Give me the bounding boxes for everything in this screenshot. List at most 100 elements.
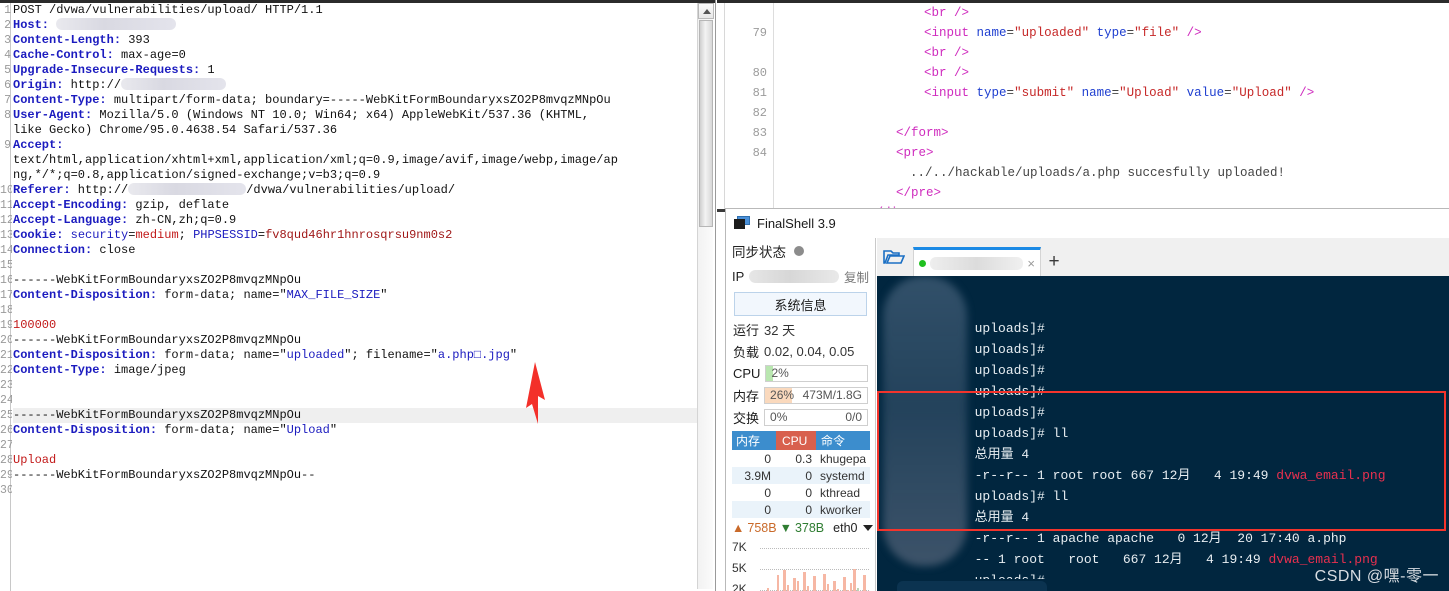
request-line: Content-Type: image/jpeg [13, 363, 186, 377]
terminal-text: 总用量 4 [974, 447, 1030, 462]
cpu-row: CPU 2% [726, 362, 875, 384]
terminal-text: ll [1044, 489, 1069, 504]
request-line: like Gecko) Chrome/95.0.4638.54 Safari/5… [13, 123, 338, 137]
request-line: ng,*/*;q=0.8,application/signed-exchange… [13, 168, 381, 182]
request-raw-text[interactable]: POST /dvwa/vulnerabilities/upload/ HTTP/… [13, 3, 697, 498]
process-cell-cpu: 0 [805, 485, 812, 500]
chart-ylabel-2: 2K [732, 582, 747, 591]
request-line-number: 20 [0, 334, 12, 347]
scroll-up-arrow-icon[interactable] [698, 3, 714, 19]
process-row[interactable]: 0 0 kthread [732, 484, 870, 501]
folder-open-icon[interactable] [877, 238, 911, 276]
finalshell-window[interactable]: FinalShell 3.9 同步状态 IP 复制 系统信息 运行 32 天 负… [725, 208, 1449, 591]
request-line-number: 10 [0, 184, 12, 197]
process-cell-mem: 0 [764, 451, 771, 466]
terminal-status-chip [897, 581, 1047, 591]
finalshell-sidebar[interactable]: 同步状态 IP 复制 系统信息 运行 32 天 负载 0.02, 0.04, 0… [726, 238, 876, 591]
scrollbar-thumb[interactable] [699, 20, 713, 227]
finalshell-title-text: FinalShell 3.9 [757, 215, 836, 231]
process-row[interactable]: 3.9M 0 systemd [732, 467, 870, 484]
terminal-output[interactable]: uploads]# uploads]# uploads]# uploads]# … [877, 276, 1449, 591]
terminal-prompt: uploads]# [974, 384, 1045, 399]
network-chart-bar [843, 577, 846, 591]
request-line-number [0, 123, 11, 138]
network-chart-bar [803, 572, 806, 591]
download-arrow-icon: ▼ [779, 521, 792, 535]
request-line-number: 1 [4, 4, 11, 17]
request-line-number: 23 [0, 379, 12, 392]
chart-ylabel-1: 5K [732, 561, 747, 575]
source-code-text[interactable]: <br /> <input name="uploaded" type="file"… [777, 3, 1449, 212]
network-chart-bar [776, 574, 779, 591]
process-row[interactable]: 0 0 kworker [732, 501, 870, 518]
request-line: ------WebKitFormBoundaryxsZO2P8mvqzMNpOu [13, 408, 697, 423]
request-line: Upload [13, 453, 57, 467]
source-line-number [726, 43, 767, 63]
request-line: text/html,application/xhtml+xml,applicat… [13, 153, 618, 167]
tab-label-redacted [930, 256, 1024, 270]
csdn-watermark: CSDN @嘿-零一 [1314, 568, 1439, 585]
network-traffic-row: ▲ 758B ▼ 378B eth0 [726, 518, 875, 538]
finalshell-terminal-area[interactable]: × + uploads]# uploads]# uploads]# upload… [877, 238, 1449, 591]
request-line-number: 26 [0, 424, 12, 437]
request-line: Content-Disposition: form-data; name="MA… [13, 288, 388, 302]
finalshell-titlebar[interactable]: FinalShell 3.9 [726, 209, 1449, 237]
terminal-prompt: uploads]# [974, 489, 1045, 504]
request-line-number: 5 [4, 64, 11, 77]
terminal-text: -- 1 root root 667 12月 4 19:49 [974, 552, 1269, 567]
network-chart-bar [856, 587, 859, 591]
request-line [13, 378, 697, 393]
request-line: POST /dvwa/vulnerabilities/upload/ HTTP/… [13, 3, 323, 17]
terminal-prompt: uploads]# [974, 363, 1045, 378]
source-line: </pre> [896, 186, 942, 200]
request-line: Accept: [13, 138, 64, 152]
process-cell-cpu: 0 [805, 502, 812, 517]
http-request-panel[interactable]: 1234567891011121314151617181920212223242… [0, 0, 716, 591]
request-line-number: 15 [0, 259, 12, 272]
new-tab-button[interactable]: + [1041, 247, 1067, 276]
copy-ip-button[interactable]: 复制 [844, 267, 869, 286]
system-info-button[interactable]: 系统信息 [734, 292, 867, 316]
request-line-number: 12 [0, 214, 12, 227]
request-scrollbar[interactable] [697, 3, 714, 589]
request-line [13, 258, 697, 273]
request-line-number: 7 [4, 94, 11, 107]
network-upload-value: 758B [747, 521, 777, 535]
red-arrow-annotation-icon [526, 362, 545, 424]
process-table[interactable]: 内存 CPU 命令 0 0.3 khugepa 3.9M 0 systemd 0 0 kthre… [732, 431, 870, 518]
process-col-cpu: CPU [776, 431, 816, 450]
terminal-filename: dvwa_email.png [1276, 468, 1386, 483]
tab-close-icon[interactable]: × [1027, 256, 1035, 271]
request-line-number: 27 [0, 439, 12, 452]
terminal-text: ll [1044, 426, 1069, 441]
source-line: <br /> [924, 46, 970, 60]
chevron-down-icon[interactable] [862, 525, 873, 531]
source-line-number: 84 [752, 146, 767, 160]
network-traffic-chart: 7K 5K 2K [730, 540, 871, 591]
network-interface-name[interactable]: eth0 [833, 521, 857, 535]
request-line [13, 438, 697, 453]
request-line-number: 8 [4, 109, 11, 122]
terminal-tab-active[interactable]: × [913, 247, 1041, 276]
load-label: 负载 [733, 344, 760, 360]
uptime-row: 运行 32 天 [726, 318, 875, 340]
page-source-panel[interactable]: 798081828384858687 <br /><input name="up… [717, 0, 1449, 212]
finalshell-app-icon [734, 216, 750, 230]
terminal-toolbar[interactable]: × + [877, 238, 1449, 276]
request-line-number: 4 [4, 49, 11, 62]
request-line: ------WebKitFormBoundaryxsZO2P8mvqzMNpOu [13, 273, 302, 287]
network-chart-bar [863, 574, 866, 591]
uptime-value: 32 天 [764, 322, 796, 338]
request-line: 100000 [13, 318, 57, 332]
request-line: Accept-Encoding: gzip, deflate [13, 198, 230, 212]
cpu-meter: 2% [765, 364, 868, 382]
chart-ylabel-0: 7K [732, 540, 747, 554]
request-line-number: 3 [4, 34, 11, 47]
process-row[interactable]: 0 0.3 khugepa [732, 450, 870, 467]
redacted-host [128, 183, 247, 195]
process-cell-cmd: khugepa [820, 451, 867, 466]
source-line: </form> [896, 126, 949, 140]
request-line: Cache-Control: max-age=0 [13, 48, 186, 62]
sync-status-dot-icon [794, 246, 804, 256]
tab-connected-dot-icon [919, 259, 926, 267]
